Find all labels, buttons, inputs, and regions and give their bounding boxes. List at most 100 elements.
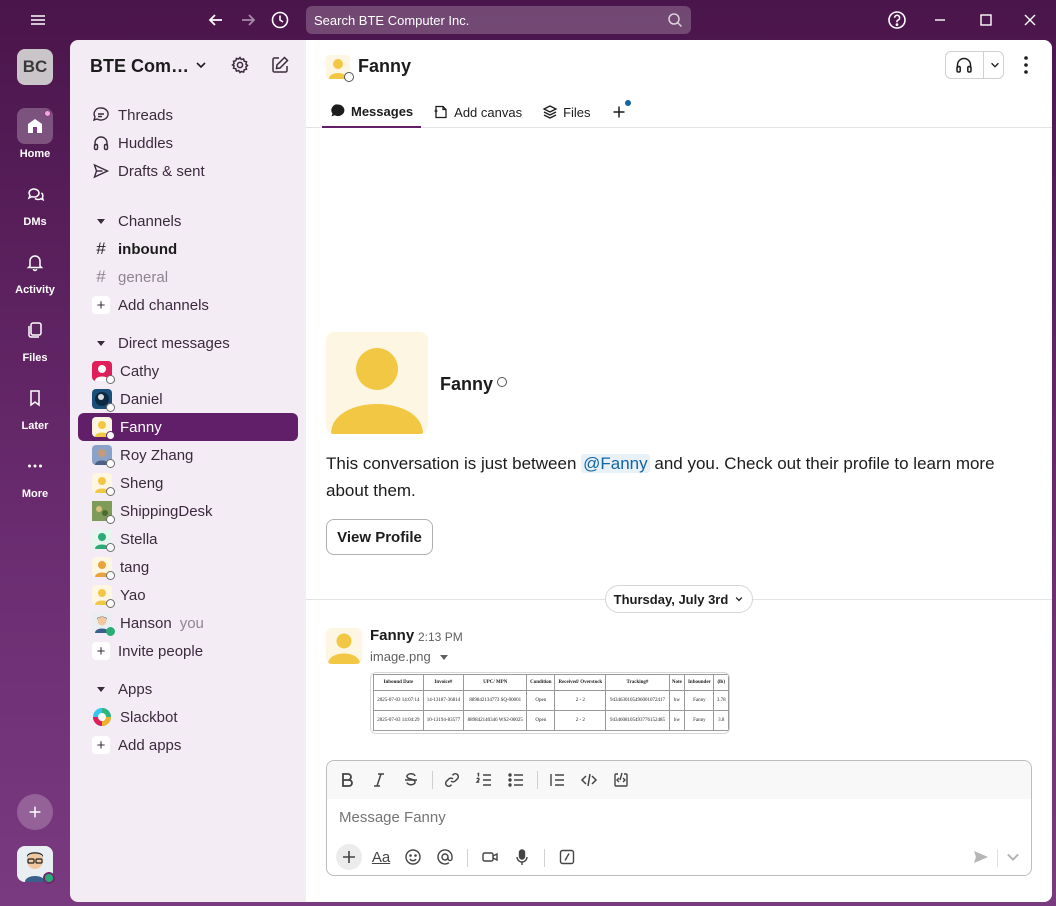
plus-icon: +: [92, 296, 110, 314]
rail-label-files: Files: [22, 352, 48, 364]
message-author[interactable]: Fanny: [370, 627, 414, 644]
message-avatar[interactable]: [326, 628, 362, 664]
invite-people-button[interactable]: + Invite people: [78, 637, 298, 665]
sidebar-item-dm-daniel[interactable]: Daniel: [78, 385, 298, 413]
sidebar-item-general[interactable]: # general: [78, 263, 298, 291]
format-toggle-button[interactable]: Aa: [369, 845, 393, 869]
sidebar-item-dm-fanny[interactable]: Fanny: [78, 413, 298, 441]
message-timestamp[interactable]: 2:13 PM: [418, 630, 463, 644]
emoji-icon[interactable]: [401, 845, 425, 869]
rail-label-later: Later: [21, 420, 49, 432]
sidebar-item-dm-hanson[interactable]: Hanson you: [78, 609, 298, 637]
user-mention[interactable]: @Fanny: [581, 454, 650, 473]
user-avatar[interactable]: [17, 846, 55, 884]
attachment-filename[interactable]: image.png: [370, 649, 449, 664]
sidebar-item-inbound[interactable]: # inbound: [78, 235, 298, 263]
code-icon[interactable]: [579, 770, 599, 790]
huddle-button[interactable]: [945, 51, 1004, 79]
rail-item-later[interactable]: Later: [0, 380, 70, 432]
sidebar-item-dm-tang[interactable]: tang: [78, 553, 298, 581]
mention-icon[interactable]: [433, 845, 457, 869]
tab-label: Files: [563, 104, 591, 120]
rail-item-home[interactable]: Home: [0, 108, 70, 160]
avatar: [92, 529, 115, 552]
strikethrough-icon[interactable]: [401, 770, 421, 790]
apps-section-header[interactable]: Apps: [78, 675, 298, 703]
online-status-indicator: [43, 872, 55, 884]
search-bar[interactable]: Search BTE Computer Inc.: [306, 6, 691, 34]
attach-plus-icon[interactable]: [336, 844, 362, 870]
help-icon[interactable]: [885, 8, 909, 32]
profile-avatar-large[interactable]: [326, 332, 428, 434]
link-icon[interactable]: [442, 770, 462, 790]
sidebar-item-dm-yao[interactable]: Yao: [78, 581, 298, 609]
history-icon[interactable]: [268, 8, 292, 32]
sidebar-item-label: inbound: [118, 240, 178, 258]
gear-icon[interactable]: [230, 55, 250, 75]
rail-item-more[interactable]: More: [0, 448, 70, 500]
slash-command-icon[interactable]: [555, 845, 579, 869]
chevron-down-icon[interactable]: [194, 58, 208, 72]
add-channels-button[interactable]: + Add channels: [78, 291, 298, 319]
more-options-icon[interactable]: [1016, 54, 1036, 76]
date-divider[interactable]: Thursday, July 3rd: [605, 585, 753, 613]
workspace-name[interactable]: BTE Com…: [90, 56, 189, 77]
ordered-list-icon[interactable]: [474, 770, 494, 790]
video-icon[interactable]: [478, 845, 502, 869]
minimize-icon[interactable]: [928, 8, 952, 32]
sidebar-item-threads[interactable]: Threads: [78, 101, 298, 129]
bookmark-icon: [17, 380, 53, 416]
channels-section-header[interactable]: Channels: [78, 207, 298, 235]
rail-item-dms[interactable]: DMs: [0, 176, 70, 228]
blockquote-icon[interactable]: [547, 770, 567, 790]
channel-title[interactable]: Fanny: [358, 56, 411, 77]
sidebar-item-dm-shippingdesk[interactable]: ShippingDesk: [78, 497, 298, 525]
compose-icon[interactable]: [270, 55, 290, 75]
microphone-icon[interactable]: [510, 845, 534, 869]
rail-item-files[interactable]: Files: [0, 312, 70, 364]
back-arrow-icon[interactable]: [204, 8, 228, 32]
section-label: Direct messages: [118, 334, 230, 352]
view-profile-button[interactable]: View Profile: [326, 519, 433, 555]
send-icon[interactable]: [969, 845, 993, 869]
sidebar-item-drafts[interactable]: Drafts & sent: [78, 157, 298, 185]
tab-files[interactable]: Files: [534, 96, 598, 128]
add-apps-button[interactable]: + Add apps: [78, 731, 298, 759]
intro-text: This conversation is just between @Fanny…: [326, 450, 1026, 504]
chevron-down-icon[interactable]: [989, 59, 1001, 71]
plus-icon: [29, 806, 41, 818]
dms-section-header[interactable]: Direct messages: [78, 329, 298, 357]
intro-name[interactable]: Fanny: [440, 374, 493, 395]
sidebar-item-dm-roy-zhang[interactable]: Roy Zhang: [78, 441, 298, 469]
sidebar-item-dm-cathy[interactable]: Cathy: [78, 357, 298, 385]
rail-item-activity[interactable]: Activity: [0, 244, 70, 296]
plus-icon: [613, 106, 625, 118]
sidebar-item-huddles[interactable]: Huddles: [78, 129, 298, 157]
italic-icon[interactable]: [369, 770, 389, 790]
sidebar-item-dm-stella[interactable]: Stella: [78, 525, 298, 553]
close-icon[interactable]: [1018, 8, 1042, 32]
tab-add-canvas[interactable]: Add canvas: [425, 96, 530, 128]
maximize-icon[interactable]: [974, 8, 998, 32]
workspace-avatar[interactable]: BC: [17, 49, 53, 85]
sidebar-item-slackbot[interactable]: Slackbot: [78, 703, 298, 731]
sidebar-item-dm-sheng[interactable]: Sheng: [78, 469, 298, 497]
table-cell: 2 - 2: [554, 710, 607, 731]
main-panel: Fanny Messages Add canvas Files Fanny Th…: [306, 40, 1052, 902]
sidebar-item-label: Hanson: [120, 614, 172, 632]
add-tab-button[interactable]: [603, 96, 635, 128]
hamburger-menu-icon[interactable]: [26, 8, 50, 32]
send-options-chevron-icon[interactable]: [1001, 845, 1025, 869]
forward-arrow-icon[interactable]: [236, 8, 260, 32]
message-input[interactable]: [339, 809, 1019, 826]
sidebar-item-label: Drafts & sent: [118, 162, 205, 180]
code-block-icon[interactable]: [611, 770, 631, 790]
bulleted-list-icon[interactable]: [506, 770, 526, 790]
attachment-image[interactable]: Inbound Date Invoice# UPC/ MPN Condition…: [370, 672, 730, 734]
add-workspace-button[interactable]: [17, 794, 53, 830]
dms-icon: [17, 176, 53, 212]
tab-label: Add canvas: [454, 104, 523, 120]
bold-icon[interactable]: [337, 770, 357, 790]
sidebar-item-label: Cathy: [120, 362, 160, 380]
tab-messages[interactable]: Messages: [322, 96, 422, 128]
